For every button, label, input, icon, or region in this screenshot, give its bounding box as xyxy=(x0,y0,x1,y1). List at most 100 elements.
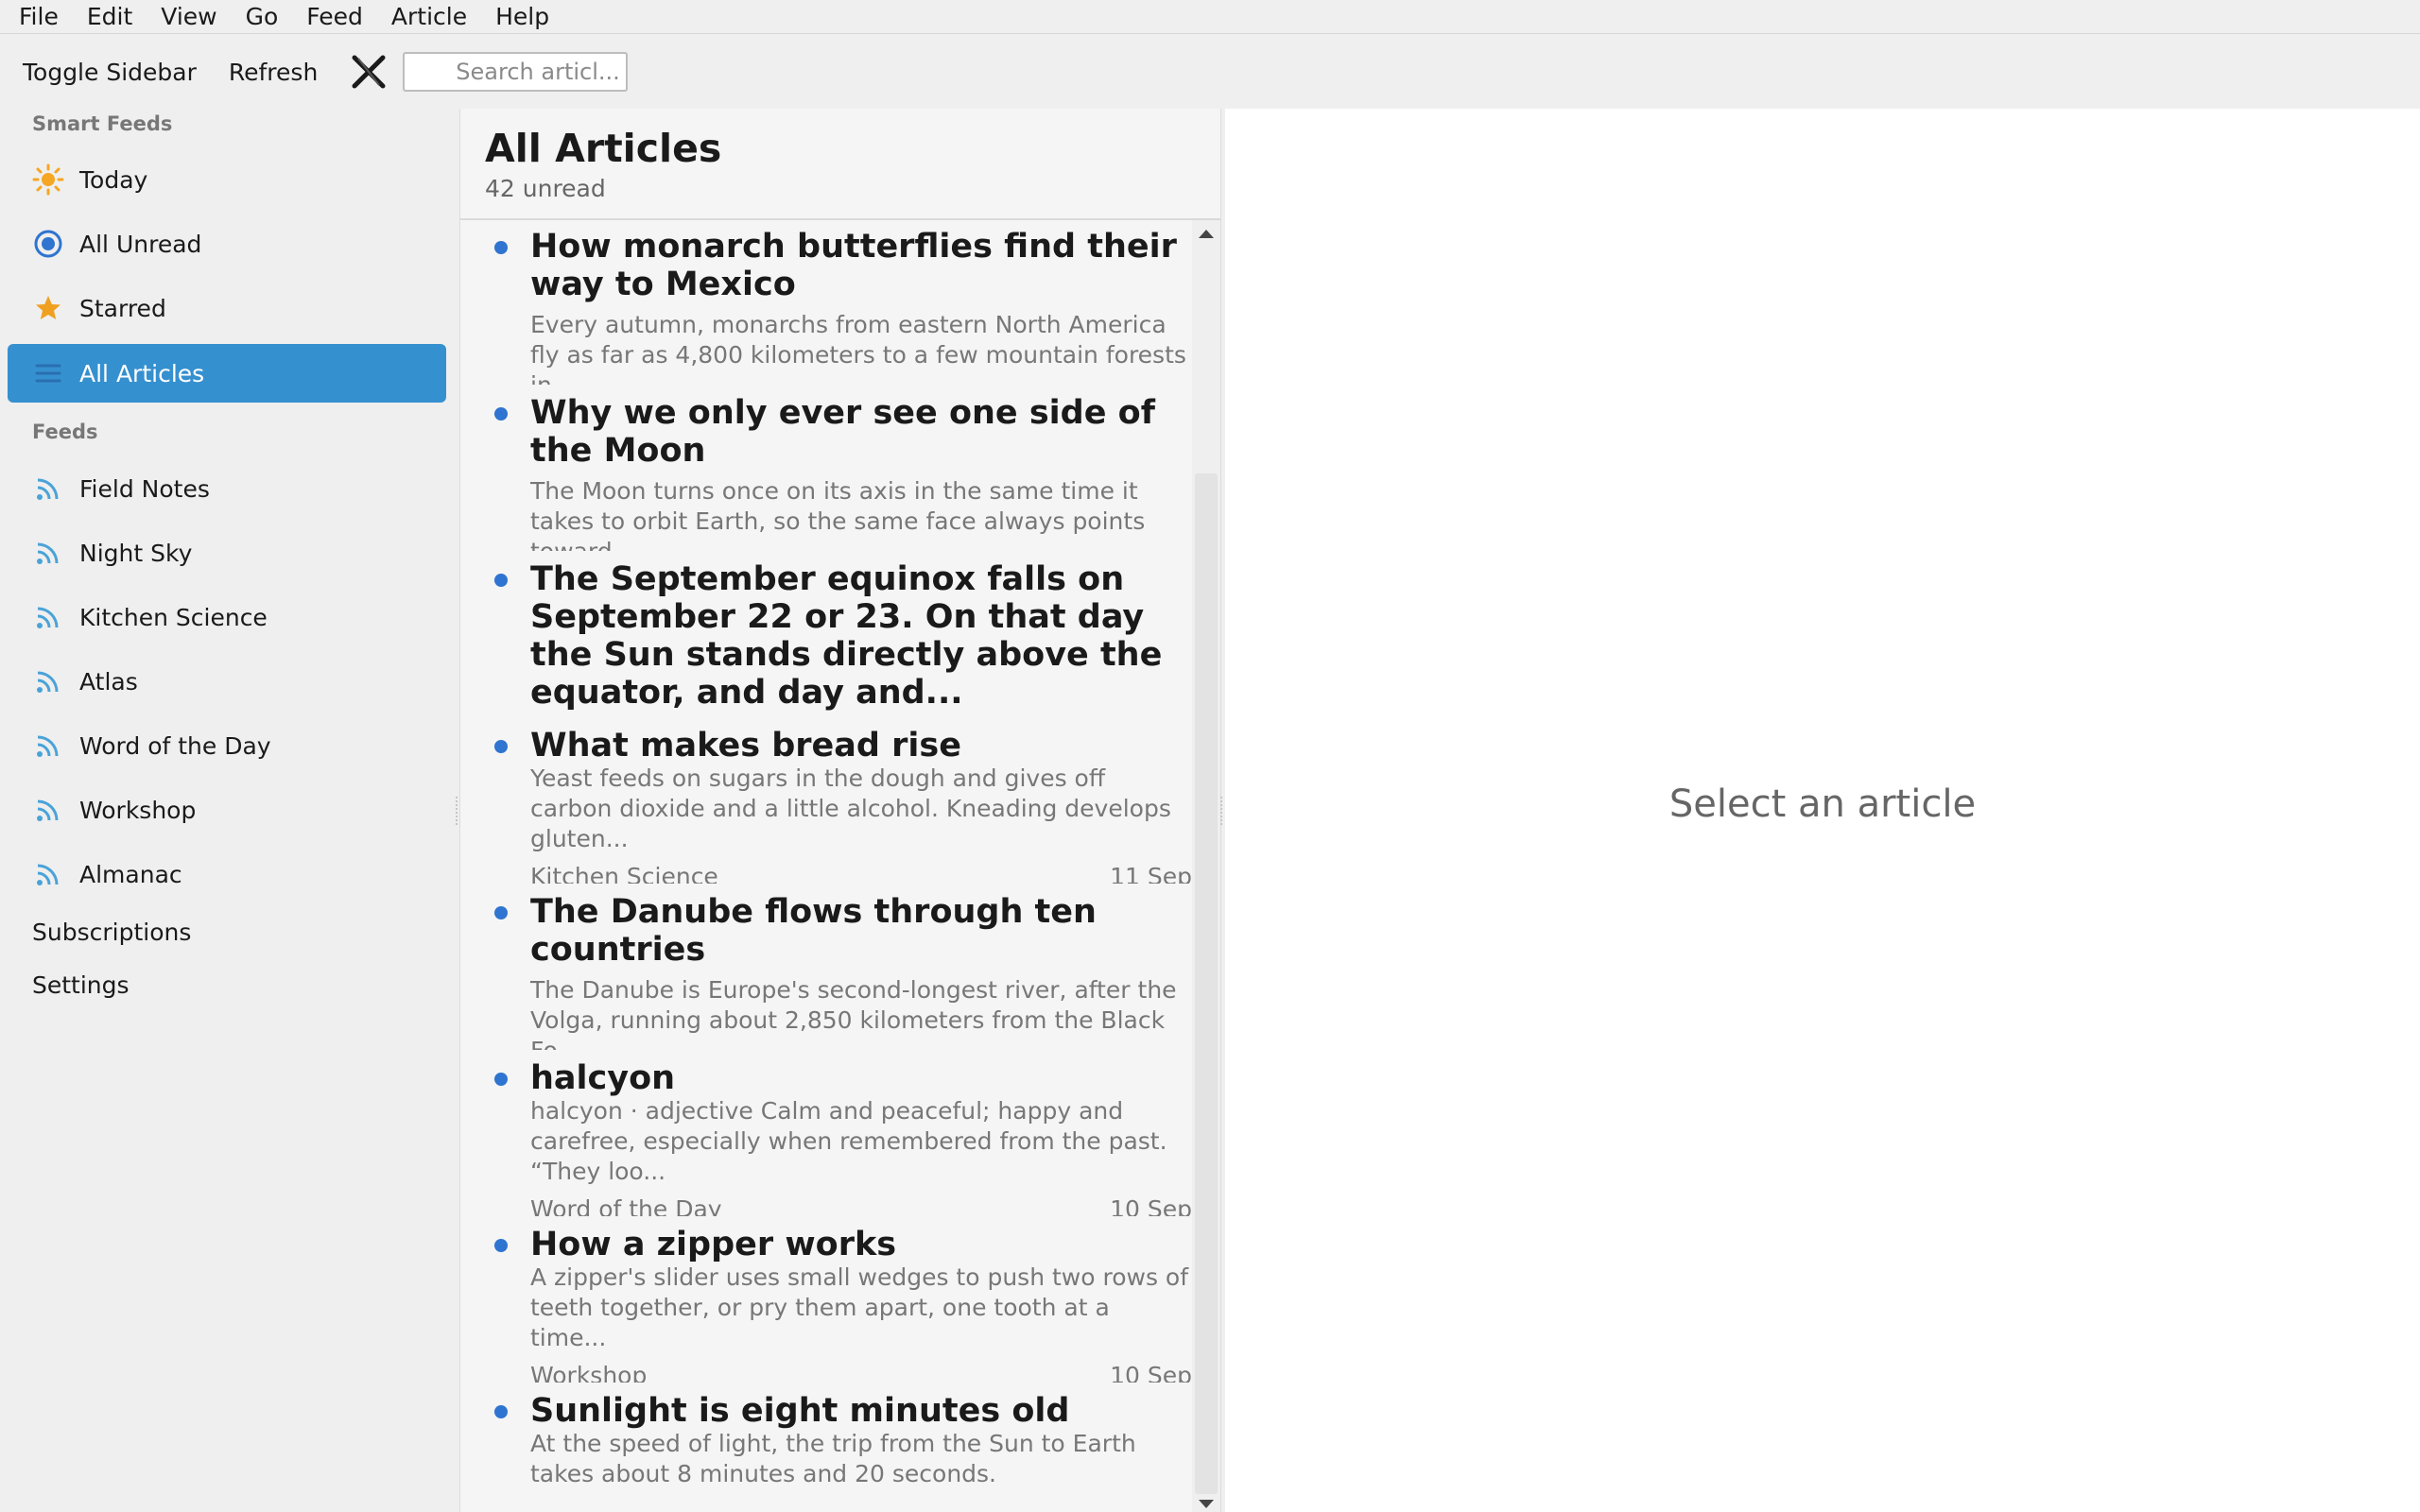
unread-dot-icon xyxy=(494,1073,508,1086)
article-title: The Danube flows through ten countries xyxy=(530,893,1097,969)
rss-icon xyxy=(32,472,64,505)
page-title: All Articles xyxy=(485,126,722,171)
article-item[interactable]: Why we only ever see one side of the Moo… xyxy=(460,387,1192,551)
article-summary: The Moon turns once on its axis in the s… xyxy=(530,477,1146,551)
sidebar-item-word-of-the-day[interactable]: Word of the Day xyxy=(8,716,446,775)
unread-dot-icon xyxy=(494,906,508,919)
menu-file[interactable]: File xyxy=(19,3,59,30)
article-item[interactable]: What makes bread rise Yeast feeds on sug… xyxy=(460,719,1192,884)
article-title: Why we only ever see one side of the Moo… xyxy=(530,394,1155,470)
sidebar-item-label: Word of the Day xyxy=(79,731,271,760)
star-icon xyxy=(32,292,64,324)
reader-placeholder: Select an article xyxy=(1668,782,1977,826)
article-list: How monarch butterflies find their way t… xyxy=(460,220,1192,1512)
article-title: How monarch butterflies find their way t… xyxy=(530,228,1177,303)
reader-pane: Select an article xyxy=(1225,109,2420,1512)
article-summary: Yeast feeds on sugars in the dough and g… xyxy=(530,765,1171,852)
sidebar-item-all-unread[interactable]: All Unread xyxy=(8,215,446,273)
article-summary: At the speed of light, the trip from the… xyxy=(530,1430,1136,1487)
sidebar-item-label: Workshop xyxy=(79,796,197,824)
menu-article[interactable]: Article xyxy=(391,3,467,30)
article-summary: A zipper's slider uses small wedges to p… xyxy=(530,1263,1189,1351)
scrollbar-track[interactable] xyxy=(1195,473,1218,1494)
article-list-header: All Articles 42 unread xyxy=(460,109,1220,220)
article-list-scrollbar[interactable] xyxy=(1192,220,1220,1512)
article-item[interactable]: The Danube flows through ten countries T… xyxy=(460,885,1192,1050)
close-icon[interactable] xyxy=(350,53,388,91)
article-item[interactable]: Sunlight is eight minutes old At the spe… xyxy=(460,1384,1192,1512)
article-title: What makes bread rise xyxy=(530,727,961,765)
article-feed: Word of the Day xyxy=(530,1195,722,1216)
sidebar-item-label: Field Notes xyxy=(79,474,210,503)
menu-view[interactable]: View xyxy=(161,3,216,30)
rss-icon xyxy=(32,665,64,697)
smart-feeds-heading: Smart Feeds xyxy=(32,112,173,135)
sidebar-item-almanac[interactable]: Almanac xyxy=(8,845,446,903)
article-title: Sunlight is eight minutes old xyxy=(530,1392,1070,1430)
article-summary: The Danube is Europe's second-longest ri… xyxy=(530,976,1177,1050)
subscriptions-link[interactable]: Subscriptions xyxy=(32,919,191,946)
unread-dot-icon xyxy=(494,1405,508,1418)
settings-link[interactable]: Settings xyxy=(32,971,130,999)
sidebar-item-night-sky[interactable]: Night Sky xyxy=(8,524,446,582)
article-title: halcyon xyxy=(530,1059,676,1097)
rss-icon xyxy=(32,537,64,569)
article-summary: halcyon · adjective Calm and peaceful; h… xyxy=(530,1097,1167,1185)
sidebar-item-label: All Unread xyxy=(79,230,202,258)
list-icon xyxy=(32,357,64,389)
scroll-up-arrow-icon[interactable] xyxy=(1199,230,1214,238)
sidebar-item-label: All Articles xyxy=(79,359,205,387)
sidebar-item-starred[interactable]: Starred xyxy=(8,279,446,337)
article-feed: Kitchen Science xyxy=(530,863,718,884)
article-date: 10 Sep xyxy=(1110,1362,1192,1383)
rss-icon xyxy=(32,601,64,633)
sidebar-item-atlas[interactable]: Atlas xyxy=(8,652,446,711)
article-feed: Workshop xyxy=(530,1362,648,1383)
article-item[interactable]: How a zipper works A zipper's slider use… xyxy=(460,1218,1192,1383)
search-input[interactable] xyxy=(403,52,629,92)
menu-go[interactable]: Go xyxy=(246,3,279,30)
unread-dot-icon xyxy=(494,740,508,753)
article-item[interactable]: halcyon halcyon · adjective Calm and pea… xyxy=(460,1052,1192,1216)
unread-dot-icon xyxy=(494,241,508,254)
toolbar: Toggle Sidebar Refresh xyxy=(0,35,2420,109)
article-summary: Every autumn, monarchs from eastern Nort… xyxy=(530,311,1186,385)
article-meta: Kitchen Science 11 Sep xyxy=(530,863,1192,884)
sidebar: Smart Feeds Today All Unread Starred All… xyxy=(0,109,458,1512)
list-resize-handle[interactable] xyxy=(1220,797,1224,825)
sidebar-item-label: Kitchen Science xyxy=(79,603,268,631)
article-title: How a zipper works xyxy=(530,1226,897,1263)
menu-edit[interactable]: Edit xyxy=(87,3,132,30)
article-list-pane: All Articles 42 unread How monarch butte… xyxy=(459,109,1221,1512)
article-meta: Workshop 10 Sep xyxy=(530,1362,1192,1383)
scroll-down-arrow-icon[interactable] xyxy=(1199,1500,1214,1508)
sidebar-item-today[interactable]: Today xyxy=(8,150,446,209)
refresh-button[interactable]: Refresh xyxy=(229,59,318,86)
article-item[interactable]: How monarch butterflies find their way t… xyxy=(460,220,1192,385)
menubar: File Edit View Go Feed Article Help xyxy=(0,0,2420,34)
article-meta: Word of the Day 10 Sep xyxy=(530,1195,1192,1216)
unread-dot-icon xyxy=(494,574,508,587)
sidebar-item-label: Night Sky xyxy=(79,539,193,567)
sidebar-item-label: Almanac xyxy=(79,860,182,888)
sidebar-item-label: Atlas xyxy=(79,667,138,696)
unread-circle-icon xyxy=(32,228,64,260)
menu-help[interactable]: Help xyxy=(495,3,549,30)
toggle-sidebar-button[interactable]: Toggle Sidebar xyxy=(23,59,197,86)
sidebar-item-kitchen-science[interactable]: Kitchen Science xyxy=(8,588,446,646)
rss-icon xyxy=(32,858,64,890)
unread-dot-icon xyxy=(494,407,508,421)
sun-icon xyxy=(32,163,64,196)
article-date: 10 Sep xyxy=(1110,1195,1192,1216)
sidebar-item-all-articles[interactable]: All Articles xyxy=(8,344,446,403)
unread-dot-icon xyxy=(494,1239,508,1252)
sidebar-item-field-notes[interactable]: Field Notes xyxy=(8,459,446,518)
sidebar-item-label: Starred xyxy=(79,294,166,322)
rss-icon xyxy=(32,730,64,762)
unread-count: 42 unread xyxy=(485,175,606,202)
menu-feed[interactable]: Feed xyxy=(306,3,363,30)
article-date: 11 Sep xyxy=(1110,863,1192,884)
article-item[interactable]: The September equinox falls on September… xyxy=(460,553,1192,717)
feeds-heading: Feeds xyxy=(32,421,98,443)
sidebar-item-workshop[interactable]: Workshop xyxy=(8,781,446,839)
